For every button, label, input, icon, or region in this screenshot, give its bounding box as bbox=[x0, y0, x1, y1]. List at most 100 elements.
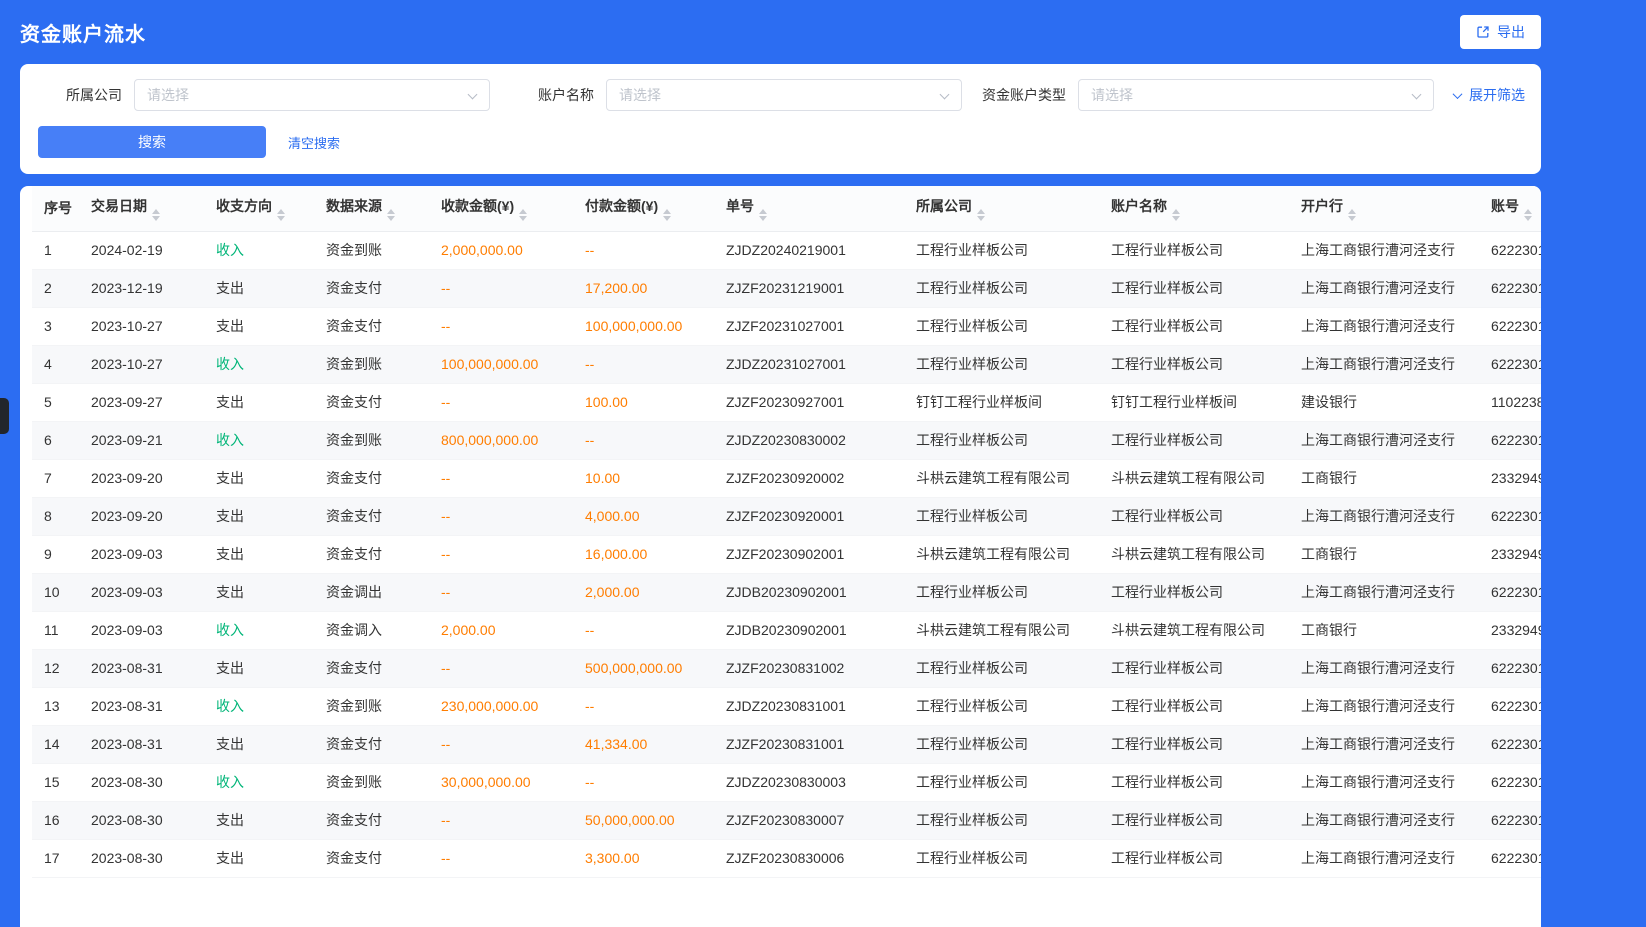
cell-payment-amount: 17,200.00 bbox=[573, 269, 714, 307]
cell-direction: 收入 bbox=[204, 231, 314, 269]
filter-label: 账户名称 bbox=[510, 85, 594, 105]
sort-icons[interactable] bbox=[977, 209, 985, 221]
cell-company: 钉钉工程行业样板间 bbox=[904, 383, 1099, 421]
cell-date: 2023-09-03 bbox=[79, 573, 204, 611]
cell-bank: 上海工商银行漕河泾支行 bbox=[1289, 269, 1479, 307]
cell-company: 工程行业样板公司 bbox=[904, 687, 1099, 725]
cell-source: 资金到账 bbox=[314, 763, 429, 801]
cell-direction: 支出 bbox=[204, 383, 314, 421]
column-header[interactable]: 账户名称 bbox=[1099, 186, 1289, 231]
sort-icons[interactable] bbox=[1524, 209, 1532, 221]
sort-icons[interactable] bbox=[387, 209, 395, 221]
cell-no: 4 bbox=[32, 345, 79, 383]
cell-account-no: 622230111 bbox=[1479, 725, 1541, 763]
table-row: 16 2023-08-30 支出 资金支付 -- 50,000,000.00 Z… bbox=[32, 801, 1541, 839]
column-header[interactable]: 收款金额(¥) bbox=[429, 186, 573, 231]
column-header-label: 单号 bbox=[726, 198, 754, 214]
cell-no: 10 bbox=[32, 573, 79, 611]
cell-bank: 上海工商银行漕河泾支行 bbox=[1289, 725, 1479, 763]
column-header[interactable]: 数据来源 bbox=[314, 186, 429, 231]
sidebar-handle[interactable] bbox=[0, 398, 9, 434]
cell-date: 2023-09-21 bbox=[79, 421, 204, 459]
filter-select[interactable]: 请选择 bbox=[1078, 79, 1434, 111]
cell-date: 2023-08-31 bbox=[79, 649, 204, 687]
table-row: 13 2023-08-31 收入 资金到账 230,000,000.00 -- … bbox=[32, 687, 1541, 725]
column-header[interactable]: 付款金额(¥) bbox=[573, 186, 714, 231]
sort-icons[interactable] bbox=[152, 209, 160, 221]
column-header-label: 数据来源 bbox=[326, 198, 382, 214]
cell-account-name: 工程行业样板公司 bbox=[1099, 345, 1289, 383]
cell-no: 8 bbox=[32, 497, 79, 535]
column-header[interactable]: 开户行 bbox=[1289, 186, 1479, 231]
cell-date: 2023-08-31 bbox=[79, 687, 204, 725]
cell-account-name: 工程行业样板公司 bbox=[1099, 269, 1289, 307]
cell-source: 资金到账 bbox=[314, 231, 429, 269]
cell-source: 资金支付 bbox=[314, 497, 429, 535]
cell-date: 2023-08-30 bbox=[79, 763, 204, 801]
column-header-label: 交易日期 bbox=[91, 198, 147, 214]
sort-icons[interactable] bbox=[1172, 209, 1180, 221]
cell-account-no: 233294994 bbox=[1479, 535, 1541, 573]
cell-direction: 收入 bbox=[204, 611, 314, 649]
cell-company: 工程行业样板公司 bbox=[904, 307, 1099, 345]
cell-account-name: 斗栱云建筑工程有限公司 bbox=[1099, 535, 1289, 573]
table-card: 序号 交易日期 收支方向 数据来源 收款金额(¥) 付款金额(¥) 单号 所属公… bbox=[20, 186, 1541, 927]
column-header-label: 收支方向 bbox=[216, 198, 272, 214]
expand-filters-link[interactable]: 展开筛选 bbox=[1454, 85, 1525, 105]
cell-receipt-amount: 2,000,000.00 bbox=[429, 231, 573, 269]
cell-account-name: 斗栱云建筑工程有限公司 bbox=[1099, 459, 1289, 497]
cell-receipt-amount: -- bbox=[429, 725, 573, 763]
table-row: 1 2024-02-19 收入 资金到账 2,000,000.00 -- ZJD… bbox=[32, 231, 1541, 269]
cell-order-no: ZJDZ20230830002 bbox=[714, 421, 904, 459]
cell-receipt-amount: -- bbox=[429, 269, 573, 307]
export-label: 导出 bbox=[1497, 22, 1525, 42]
clear-search-button[interactable]: 清空搜索 bbox=[288, 133, 340, 152]
select-placeholder: 请选择 bbox=[619, 85, 661, 105]
column-header[interactable]: 交易日期 bbox=[79, 186, 204, 231]
search-button[interactable]: 搜索 bbox=[38, 126, 266, 158]
column-header[interactable]: 收支方向 bbox=[204, 186, 314, 231]
cell-direction: 支出 bbox=[204, 307, 314, 345]
cell-date: 2023-09-20 bbox=[79, 497, 204, 535]
column-header[interactable]: 账号 bbox=[1479, 186, 1541, 231]
column-header[interactable]: 单号 bbox=[714, 186, 904, 231]
cell-order-no: ZJZF20230902001 bbox=[714, 535, 904, 573]
cell-source: 资金支付 bbox=[314, 459, 429, 497]
cell-order-no: ZJDZ20230831001 bbox=[714, 687, 904, 725]
cell-no: 5 bbox=[32, 383, 79, 421]
cell-source: 资金到账 bbox=[314, 421, 429, 459]
cell-order-no: ZJDZ20231027001 bbox=[714, 345, 904, 383]
cell-order-no: ZJZF20231219001 bbox=[714, 269, 904, 307]
table-row: 11 2023-09-03 收入 资金调入 2,000.00 -- ZJDB20… bbox=[32, 611, 1541, 649]
cell-bank: 上海工商银行漕河泾支行 bbox=[1289, 307, 1479, 345]
cell-receipt-amount: 100,000,000.00 bbox=[429, 345, 573, 383]
cell-bank: 上海工商银行漕河泾支行 bbox=[1289, 231, 1479, 269]
caret-up-icon bbox=[277, 209, 285, 214]
export-button[interactable]: 导出 bbox=[1460, 15, 1541, 49]
cell-order-no: ZJZF20230830006 bbox=[714, 839, 904, 877]
cell-account-name: 斗栱云建筑工程有限公司 bbox=[1099, 611, 1289, 649]
table-row: 9 2023-09-03 支出 资金支付 -- 16,000.00 ZJZF20… bbox=[32, 535, 1541, 573]
sort-icons[interactable] bbox=[277, 209, 285, 221]
cell-source: 资金支付 bbox=[314, 383, 429, 421]
filter-select[interactable]: 请选择 bbox=[606, 79, 962, 111]
cell-receipt-amount: -- bbox=[429, 573, 573, 611]
cell-bank: 上海工商银行漕河泾支行 bbox=[1289, 421, 1479, 459]
sort-icons[interactable] bbox=[663, 209, 671, 221]
cell-no: 14 bbox=[32, 725, 79, 763]
cell-company: 斗栱云建筑工程有限公司 bbox=[904, 535, 1099, 573]
column-header[interactable]: 序号 bbox=[32, 186, 79, 231]
cell-company: 工程行业样板公司 bbox=[904, 801, 1099, 839]
sort-icons[interactable] bbox=[519, 209, 527, 221]
column-header[interactable]: 所属公司 bbox=[904, 186, 1099, 231]
filter-select[interactable]: 请选择 bbox=[134, 79, 490, 111]
export-icon bbox=[1476, 25, 1490, 39]
transactions-table: 序号 交易日期 收支方向 数据来源 收款金额(¥) 付款金额(¥) 单号 所属公… bbox=[32, 186, 1541, 878]
sort-icons[interactable] bbox=[759, 209, 767, 221]
caret-up-icon bbox=[519, 209, 527, 214]
cell-date: 2023-09-03 bbox=[79, 535, 204, 573]
sort-icons[interactable] bbox=[1348, 209, 1356, 221]
cell-source: 资金调出 bbox=[314, 573, 429, 611]
cell-payment-amount: 2,000.00 bbox=[573, 573, 714, 611]
cell-account-no: 622230111 bbox=[1479, 801, 1541, 839]
